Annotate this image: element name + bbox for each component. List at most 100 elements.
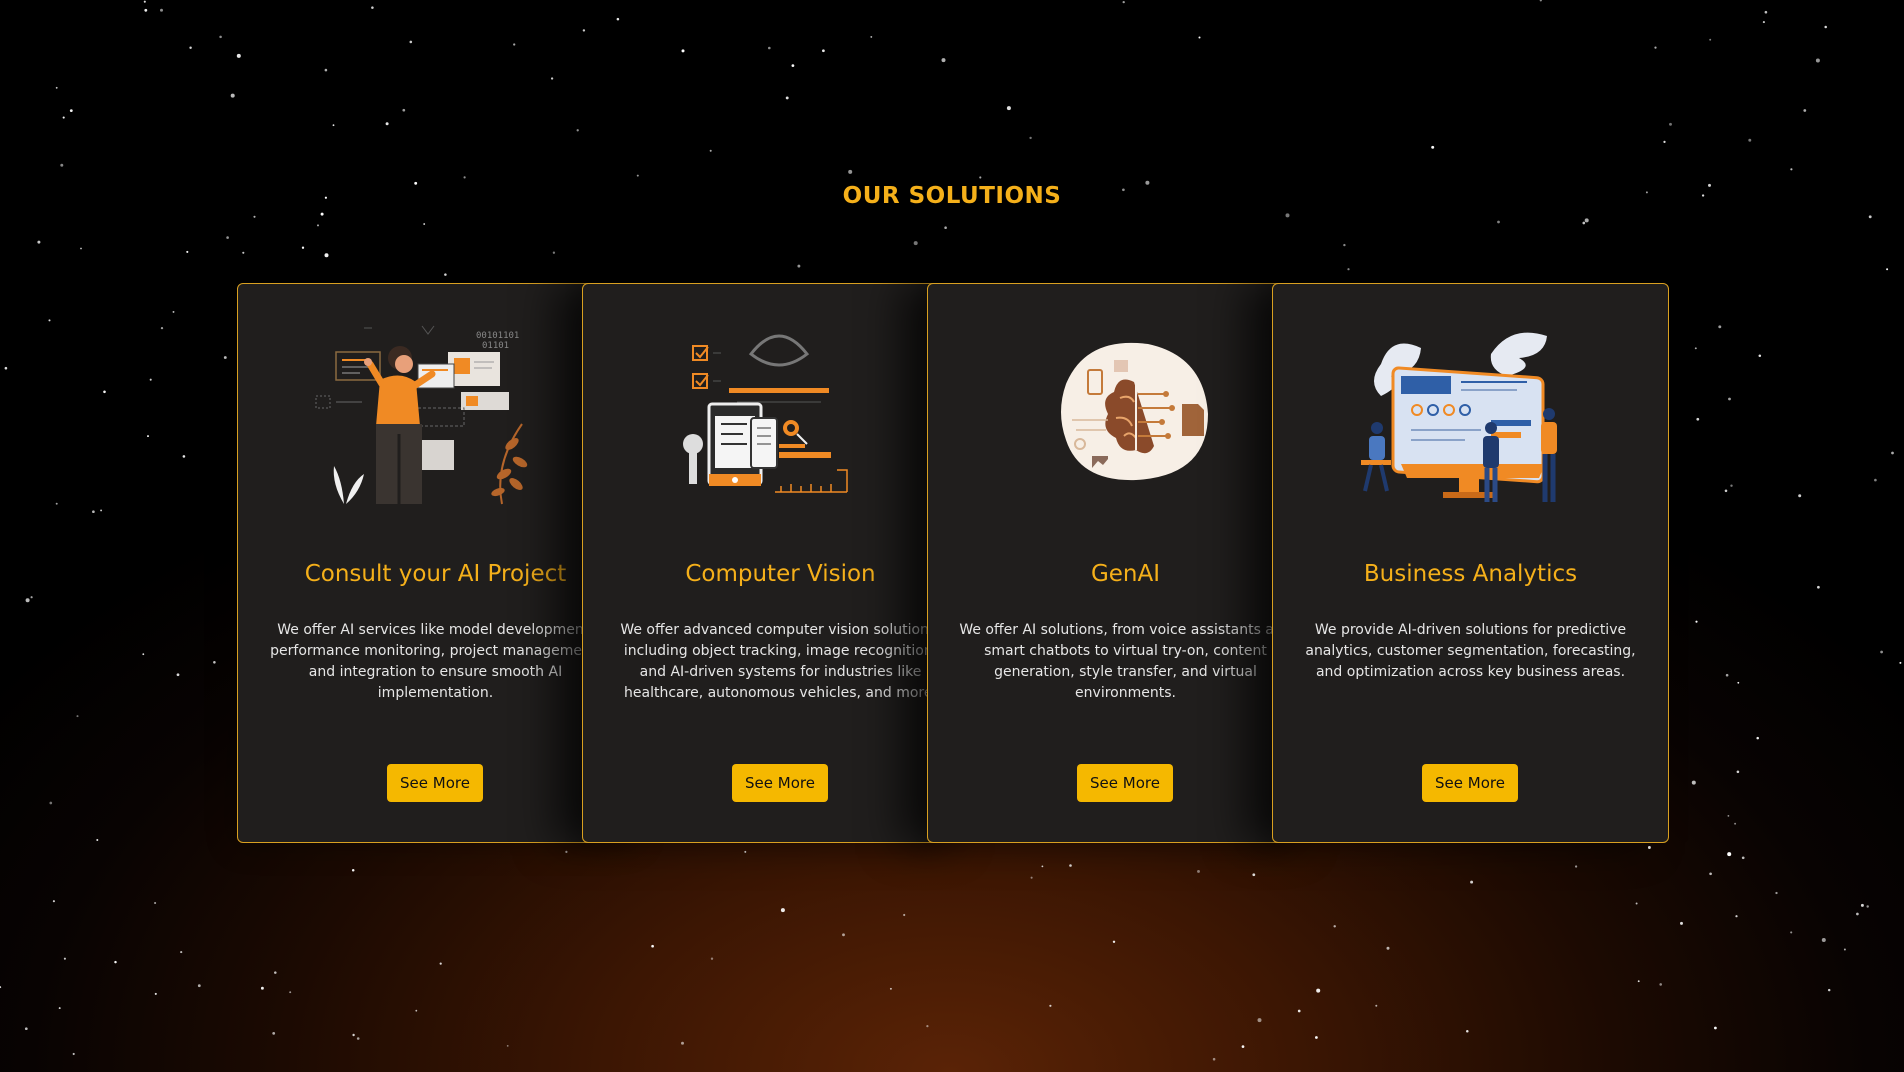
star (1343, 243, 1346, 247)
star (25, 598, 30, 603)
star (913, 241, 918, 246)
star (1880, 650, 1883, 654)
star (144, 8, 148, 12)
card-title: Computer Vision (685, 561, 876, 587)
star (1696, 417, 1700, 421)
star (710, 957, 714, 960)
star (1659, 983, 1662, 986)
star (744, 850, 747, 853)
star (1297, 1009, 1301, 1013)
star (189, 46, 192, 50)
star (385, 122, 389, 126)
star (439, 962, 442, 965)
star (60, 163, 64, 167)
star (1695, 620, 1698, 623)
star (114, 960, 117, 964)
star (1694, 347, 1697, 350)
card-description: We offer AI services like model developm… (270, 622, 601, 701)
star (822, 49, 825, 53)
star (149, 378, 152, 381)
star (1736, 770, 1740, 774)
card-description: We offer AI solutions, from voice assist… (959, 622, 1292, 701)
star (48, 319, 51, 322)
star (180, 951, 183, 954)
star (1727, 814, 1730, 817)
star (1748, 138, 1752, 142)
star (371, 6, 374, 9)
star (402, 108, 406, 112)
solutions-carousel: 00101101 01101 Consult your AI Project W… (237, 283, 1670, 843)
star (226, 236, 229, 239)
star (1866, 905, 1869, 908)
star (1737, 681, 1740, 684)
star (182, 455, 186, 458)
star (1775, 891, 1778, 895)
star (1790, 931, 1793, 934)
star (55, 502, 58, 505)
star (1730, 484, 1733, 487)
star (289, 991, 292, 994)
star (1212, 1057, 1216, 1061)
star (1764, 10, 1768, 14)
star (1431, 145, 1435, 149)
star (1891, 451, 1894, 455)
star (230, 93, 235, 98)
star (103, 390, 106, 394)
star (1680, 921, 1683, 925)
star (1466, 1030, 1469, 1033)
star (944, 226, 947, 229)
star (242, 251, 245, 254)
star (1728, 397, 1731, 401)
see-more-button[interactable]: See More (1077, 764, 1173, 802)
star (1574, 865, 1578, 868)
star (219, 35, 222, 39)
star (352, 1033, 355, 1037)
star (1122, 0, 1125, 4)
star (1333, 925, 1336, 928)
binary-line-1: 00101101 (476, 331, 519, 341)
star (409, 40, 413, 44)
star (1815, 58, 1820, 63)
card-title: Business Analytics (1363, 561, 1578, 587)
solution-card-genai: GenAI We offer AI solutions, from voice … (927, 283, 1324, 843)
star (582, 29, 586, 32)
star (768, 46, 771, 50)
star (223, 356, 227, 359)
star (236, 53, 241, 58)
star (0, 986, 2, 989)
star (651, 944, 654, 948)
star (186, 250, 189, 253)
star (552, 251, 556, 254)
star (351, 869, 355, 872)
star (62, 116, 65, 119)
star (1803, 109, 1807, 112)
star (1734, 822, 1737, 825)
star (1635, 902, 1638, 905)
star (1006, 106, 1011, 111)
star (1727, 852, 1732, 857)
star (463, 176, 466, 179)
star (1347, 268, 1350, 271)
star (147, 435, 149, 438)
star (1735, 915, 1738, 918)
star (316, 224, 320, 227)
star (37, 240, 41, 244)
star (1041, 865, 1044, 868)
star (576, 129, 579, 132)
see-more-button[interactable]: See More (387, 764, 483, 802)
star (274, 971, 277, 974)
card-description: We provide AI-driven solutions for predi… (1305, 622, 1636, 680)
star (1252, 873, 1256, 877)
star (1762, 21, 1765, 24)
card-title: Consult your AI Project (304, 561, 567, 587)
see-more-button[interactable]: See More (1422, 764, 1518, 802)
star (260, 986, 264, 990)
star (143, 0, 146, 3)
star (1584, 218, 1589, 223)
star (1049, 1004, 1052, 1007)
see-more-button[interactable]: See More (732, 764, 828, 802)
star (1069, 864, 1072, 867)
section-title: OUR SOLUTIONS (842, 183, 1062, 209)
star (76, 715, 79, 718)
star (444, 273, 447, 276)
